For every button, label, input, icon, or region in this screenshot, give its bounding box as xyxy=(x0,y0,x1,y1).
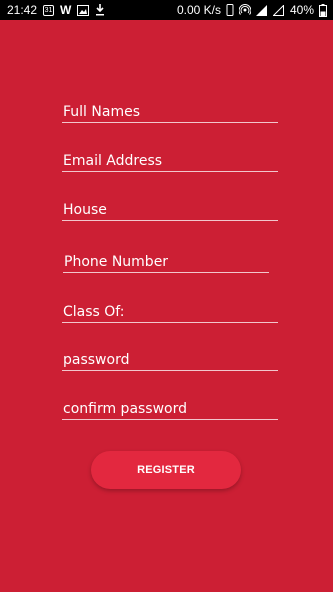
register-button-label: REGISTER xyxy=(137,464,195,476)
full-names-placeholder: Full Names xyxy=(63,104,140,120)
password-field[interactable]: password xyxy=(62,348,278,371)
w-app-icon: W xyxy=(60,3,72,17)
network-speed: 0.00 K/s xyxy=(176,3,221,17)
status-left: 21:42 31 W xyxy=(7,3,105,17)
status-right: 0.00 K/s 40% xyxy=(177,3,327,17)
status-time: 21:42 xyxy=(7,3,38,17)
status-bar: 21:42 31 W 0.00 K/s 40% xyxy=(0,0,333,20)
phone-vibrate-icon xyxy=(226,4,234,16)
phone-number-field[interactable]: Phone Number xyxy=(63,250,269,273)
calendar-icon: 31 xyxy=(43,4,55,16)
house-placeholder: House xyxy=(63,202,107,218)
confirm-password-field[interactable]: confirm password xyxy=(62,397,278,420)
signal-icon xyxy=(255,4,268,16)
battery-percent: 40% xyxy=(289,3,314,17)
password-placeholder: password xyxy=(63,352,130,368)
email-address-placeholder: Email Address xyxy=(63,153,163,169)
register-button[interactable]: REGISTER xyxy=(91,451,241,489)
phone-number-placeholder: Phone Number xyxy=(64,254,169,270)
house-field[interactable]: House xyxy=(62,198,278,221)
email-address-field[interactable]: Email Address xyxy=(62,149,278,172)
class-of-field[interactable]: Class Of: xyxy=(62,300,278,323)
battery-icon xyxy=(319,3,327,17)
confirm-password-placeholder: confirm password xyxy=(63,401,188,417)
class-of-placeholder: Class Of: xyxy=(63,304,125,320)
signal-empty-icon xyxy=(272,4,285,16)
download-icon xyxy=(95,4,105,16)
full-names-field[interactable]: Full Names xyxy=(62,100,278,123)
hotspot-icon xyxy=(238,4,251,16)
image-icon xyxy=(77,4,90,16)
